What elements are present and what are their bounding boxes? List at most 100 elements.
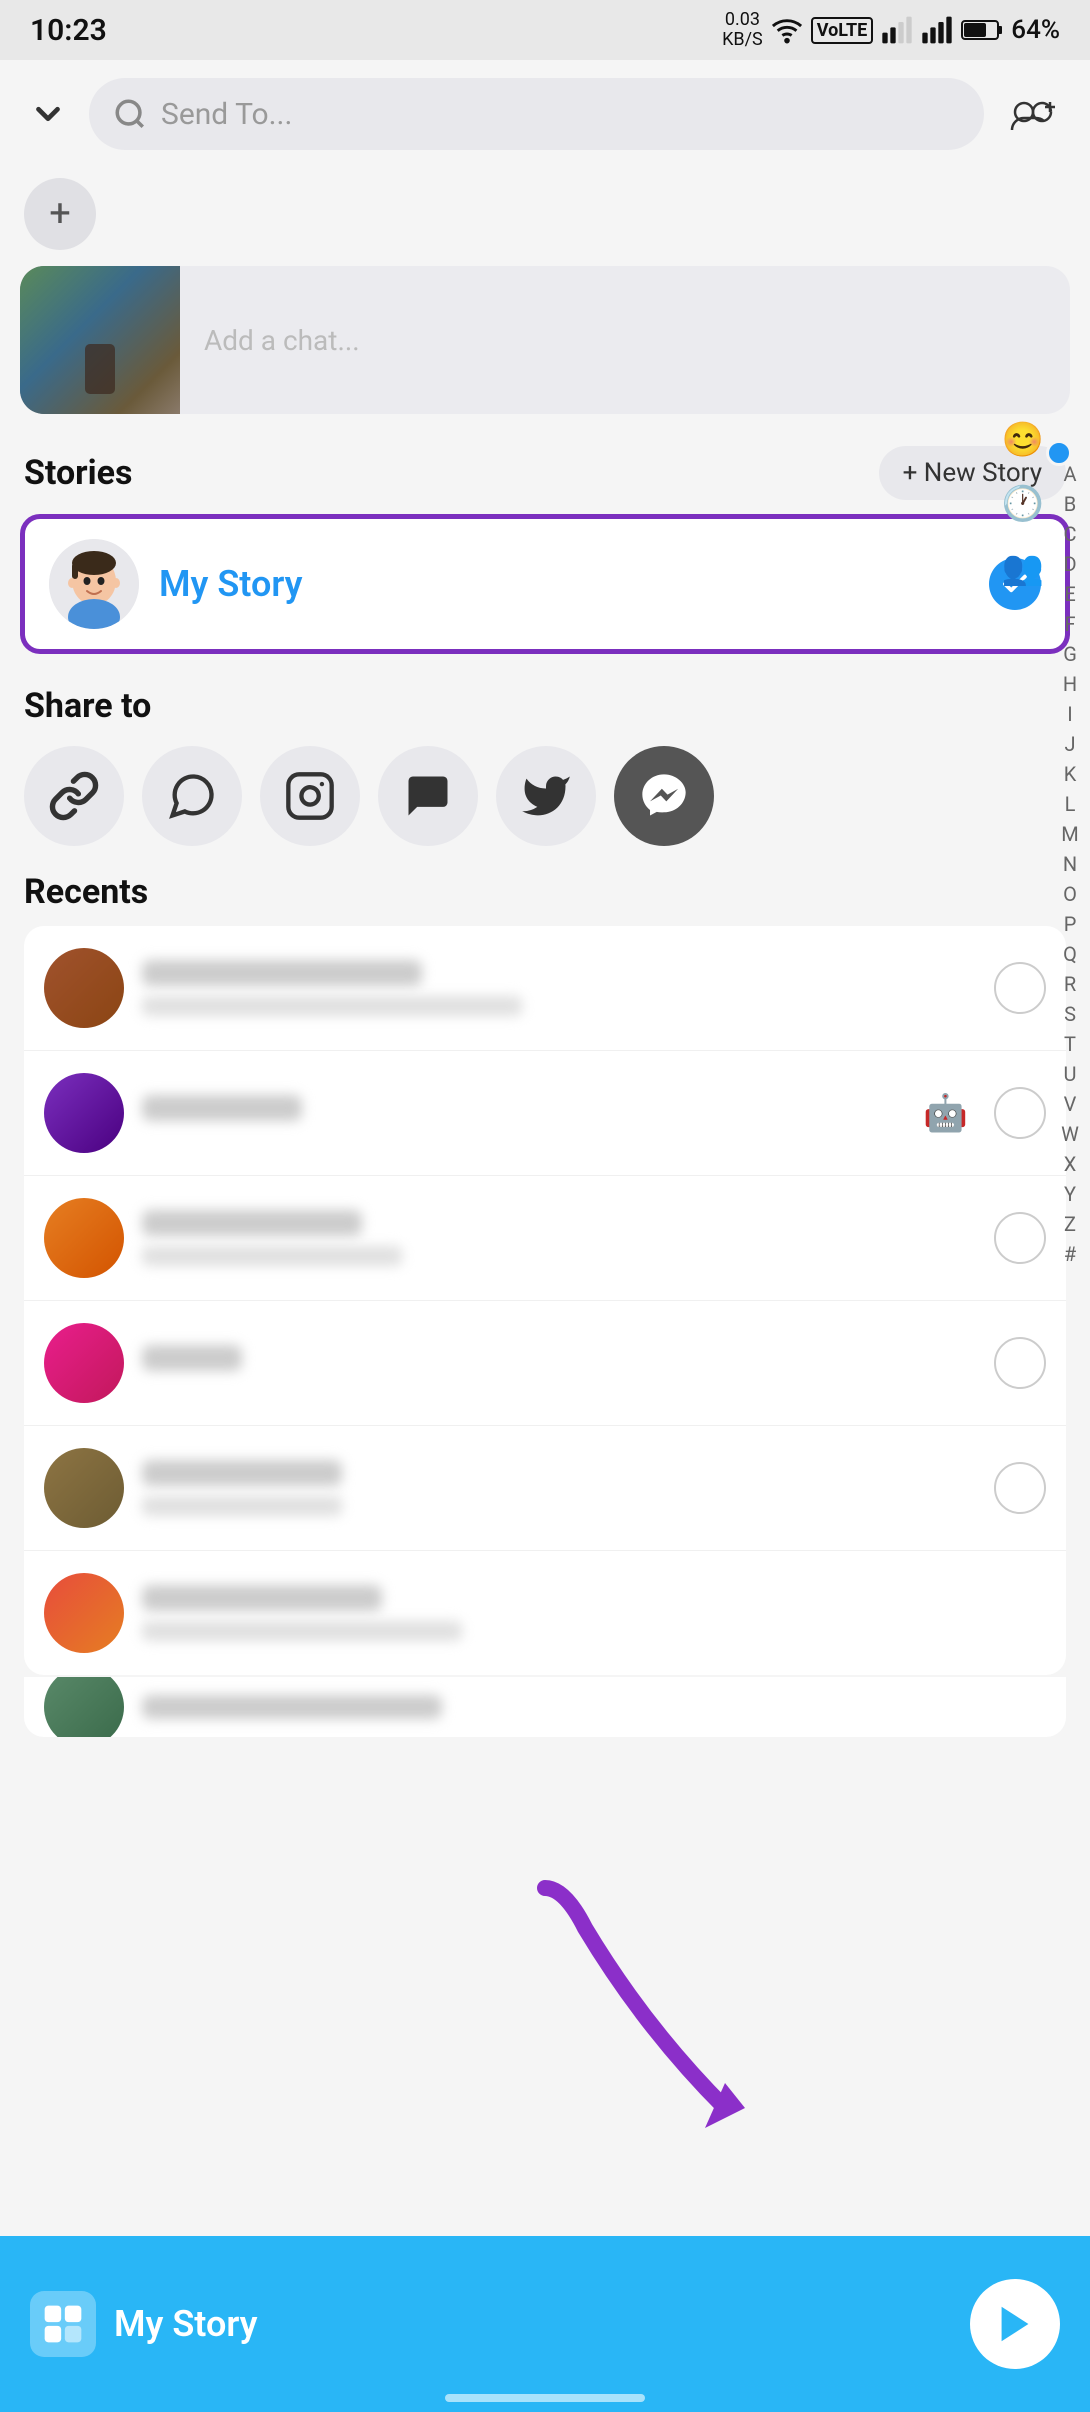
bottom-bar: My Story <box>0 2236 1090 2412</box>
recent-item[interactable] <box>24 1426 1066 1551</box>
share-instagram-button[interactable] <box>260 746 360 846</box>
home-indicator <box>445 2394 645 2402</box>
alpha-Z[interactable]: Z <box>1064 1210 1076 1238</box>
recent-info <box>142 1210 976 1266</box>
signal2-icon <box>921 14 953 46</box>
alpha-C[interactable]: C <box>1063 520 1076 548</box>
share-link-button[interactable] <box>24 746 124 846</box>
back-chevron-button[interactable] <box>20 87 75 142</box>
alpha-N[interactable]: N <box>1063 850 1077 878</box>
recent-sub <box>142 996 522 1016</box>
stories-section-header: Stories + New Story <box>0 436 1090 514</box>
alpha-E[interactable]: E <box>1064 580 1075 608</box>
recent-item[interactable] <box>24 1551 1066 1675</box>
recent-avatar <box>44 948 124 1028</box>
share-message-button[interactable] <box>378 746 478 846</box>
alpha-P[interactable]: P <box>1064 910 1077 938</box>
recent-name <box>142 960 422 986</box>
chat-add-row[interactable]: Add a chat... <box>20 266 1070 414</box>
recent-name <box>142 1345 242 1371</box>
alpha-D[interactable]: D <box>1063 550 1076 578</box>
top-bar: Send To... <box>0 60 1090 168</box>
alpha-H[interactable]: H <box>1063 670 1077 698</box>
group-add-button[interactable] <box>998 87 1070 142</box>
alpha-O[interactable]: O <box>1063 880 1077 908</box>
link-icon <box>48 770 100 822</box>
send-arrow-icon <box>992 2301 1038 2347</box>
alpha-A[interactable]: A <box>1063 460 1076 488</box>
recent-item-partial <box>24 1677 1066 1737</box>
instagram-icon <box>284 770 336 822</box>
recents-section-title: Recents <box>24 872 1066 912</box>
alpha-F[interactable]: F <box>1064 610 1075 638</box>
recent-info <box>142 960 976 1016</box>
wifi-icon <box>771 14 803 46</box>
recent-avatar <box>44 1073 124 1153</box>
recent-info <box>142 1585 1046 1641</box>
side-icons: 😊 🕐 👥 <box>1002 420 1044 588</box>
recent-sub <box>142 1621 462 1641</box>
alpha-T[interactable]: T <box>1064 1030 1076 1058</box>
alpha-R[interactable]: R <box>1064 970 1076 998</box>
alpha-J[interactable]: J <box>1064 730 1075 758</box>
share-icons-row <box>24 746 1066 846</box>
alphabet-sidebar: A B C D E F G H I J K L M N O P Q R S T … <box>1050 460 1090 1268</box>
recents-section: Recents 🤖 <box>0 864 1090 1737</box>
status-icons: 0.03KB/S VoLTE 64% <box>722 10 1060 50</box>
battery-percent: 64% <box>1011 15 1060 45</box>
alpha-Y[interactable]: Y <box>1064 1180 1076 1208</box>
arrow-annotation <box>485 1868 785 2152</box>
alpha-W[interactable]: W <box>1061 1120 1079 1148</box>
alpha-L[interactable]: L <box>1065 790 1076 818</box>
search-bar[interactable]: Send To... <box>89 78 984 150</box>
recent-select-checkbox[interactable] <box>994 1087 1046 1139</box>
alpha-hash[interactable]: # <box>1064 1240 1076 1268</box>
alpha-Q[interactable]: Q <box>1063 940 1077 968</box>
alpha-M[interactable]: M <box>1061 820 1078 848</box>
share-whatsapp-button[interactable] <box>142 746 242 846</box>
share-section: Share to <box>0 678 1090 864</box>
clock-icon[interactable]: 🕐 <box>1002 484 1044 524</box>
alpha-S[interactable]: S <box>1064 1000 1076 1028</box>
emoji-icon[interactable]: 😊 <box>1002 420 1044 460</box>
new-chat-button[interactable]: + <box>24 178 96 250</box>
recent-info <box>142 1345 976 1381</box>
alpha-U[interactable]: U <box>1064 1060 1077 1088</box>
alpha-B[interactable]: B <box>1064 490 1076 518</box>
alpha-V[interactable]: V <box>1064 1090 1077 1118</box>
recent-avatar <box>44 1677 124 1737</box>
my-story-card[interactable]: My Story <box>20 514 1070 654</box>
recent-item[interactable] <box>24 1301 1066 1426</box>
share-messenger-button[interactable] <box>614 746 714 846</box>
story-icon <box>30 2291 96 2357</box>
alpha-G[interactable]: G <box>1063 640 1077 668</box>
recent-name <box>142 1210 362 1236</box>
recent-select-checkbox[interactable] <box>994 1337 1046 1389</box>
share-twitter-button[interactable] <box>496 746 596 846</box>
story-squares-icon <box>41 2302 85 2346</box>
alpha-I[interactable]: I <box>1067 700 1072 728</box>
avatar-illustration <box>49 539 139 629</box>
signal-icon <box>881 14 913 46</box>
alpha-K[interactable]: K <box>1064 760 1077 788</box>
recent-name <box>142 1460 342 1486</box>
recent-sub <box>142 1246 402 1266</box>
recent-avatar <box>44 1448 124 1528</box>
chat-add-placeholder: Add a chat... <box>180 324 384 357</box>
my-story-avatar <box>49 539 139 629</box>
alpha-X[interactable]: X <box>1064 1150 1077 1178</box>
stories-section-title: Stories <box>24 453 132 493</box>
recent-select-checkbox[interactable] <box>994 962 1046 1014</box>
recent-select-checkbox[interactable] <box>994 1462 1046 1514</box>
contacts-icon[interactable]: 👥 <box>1002 548 1044 588</box>
plus-button-row: + <box>0 168 1090 266</box>
recent-item[interactable] <box>24 1176 1066 1301</box>
recent-item[interactable] <box>24 926 1066 1051</box>
chat-thumbnail <box>20 266 180 414</box>
recent-select-checkbox[interactable] <box>994 1212 1046 1264</box>
recent-item[interactable]: 🤖 <box>24 1051 1066 1176</box>
status-bar: 10:23 0.03KB/S VoLTE <box>0 0 1090 60</box>
bottom-story-label: My Story <box>114 2303 257 2345</box>
recent-sub <box>142 1496 342 1516</box>
send-button[interactable] <box>970 2279 1060 2369</box>
